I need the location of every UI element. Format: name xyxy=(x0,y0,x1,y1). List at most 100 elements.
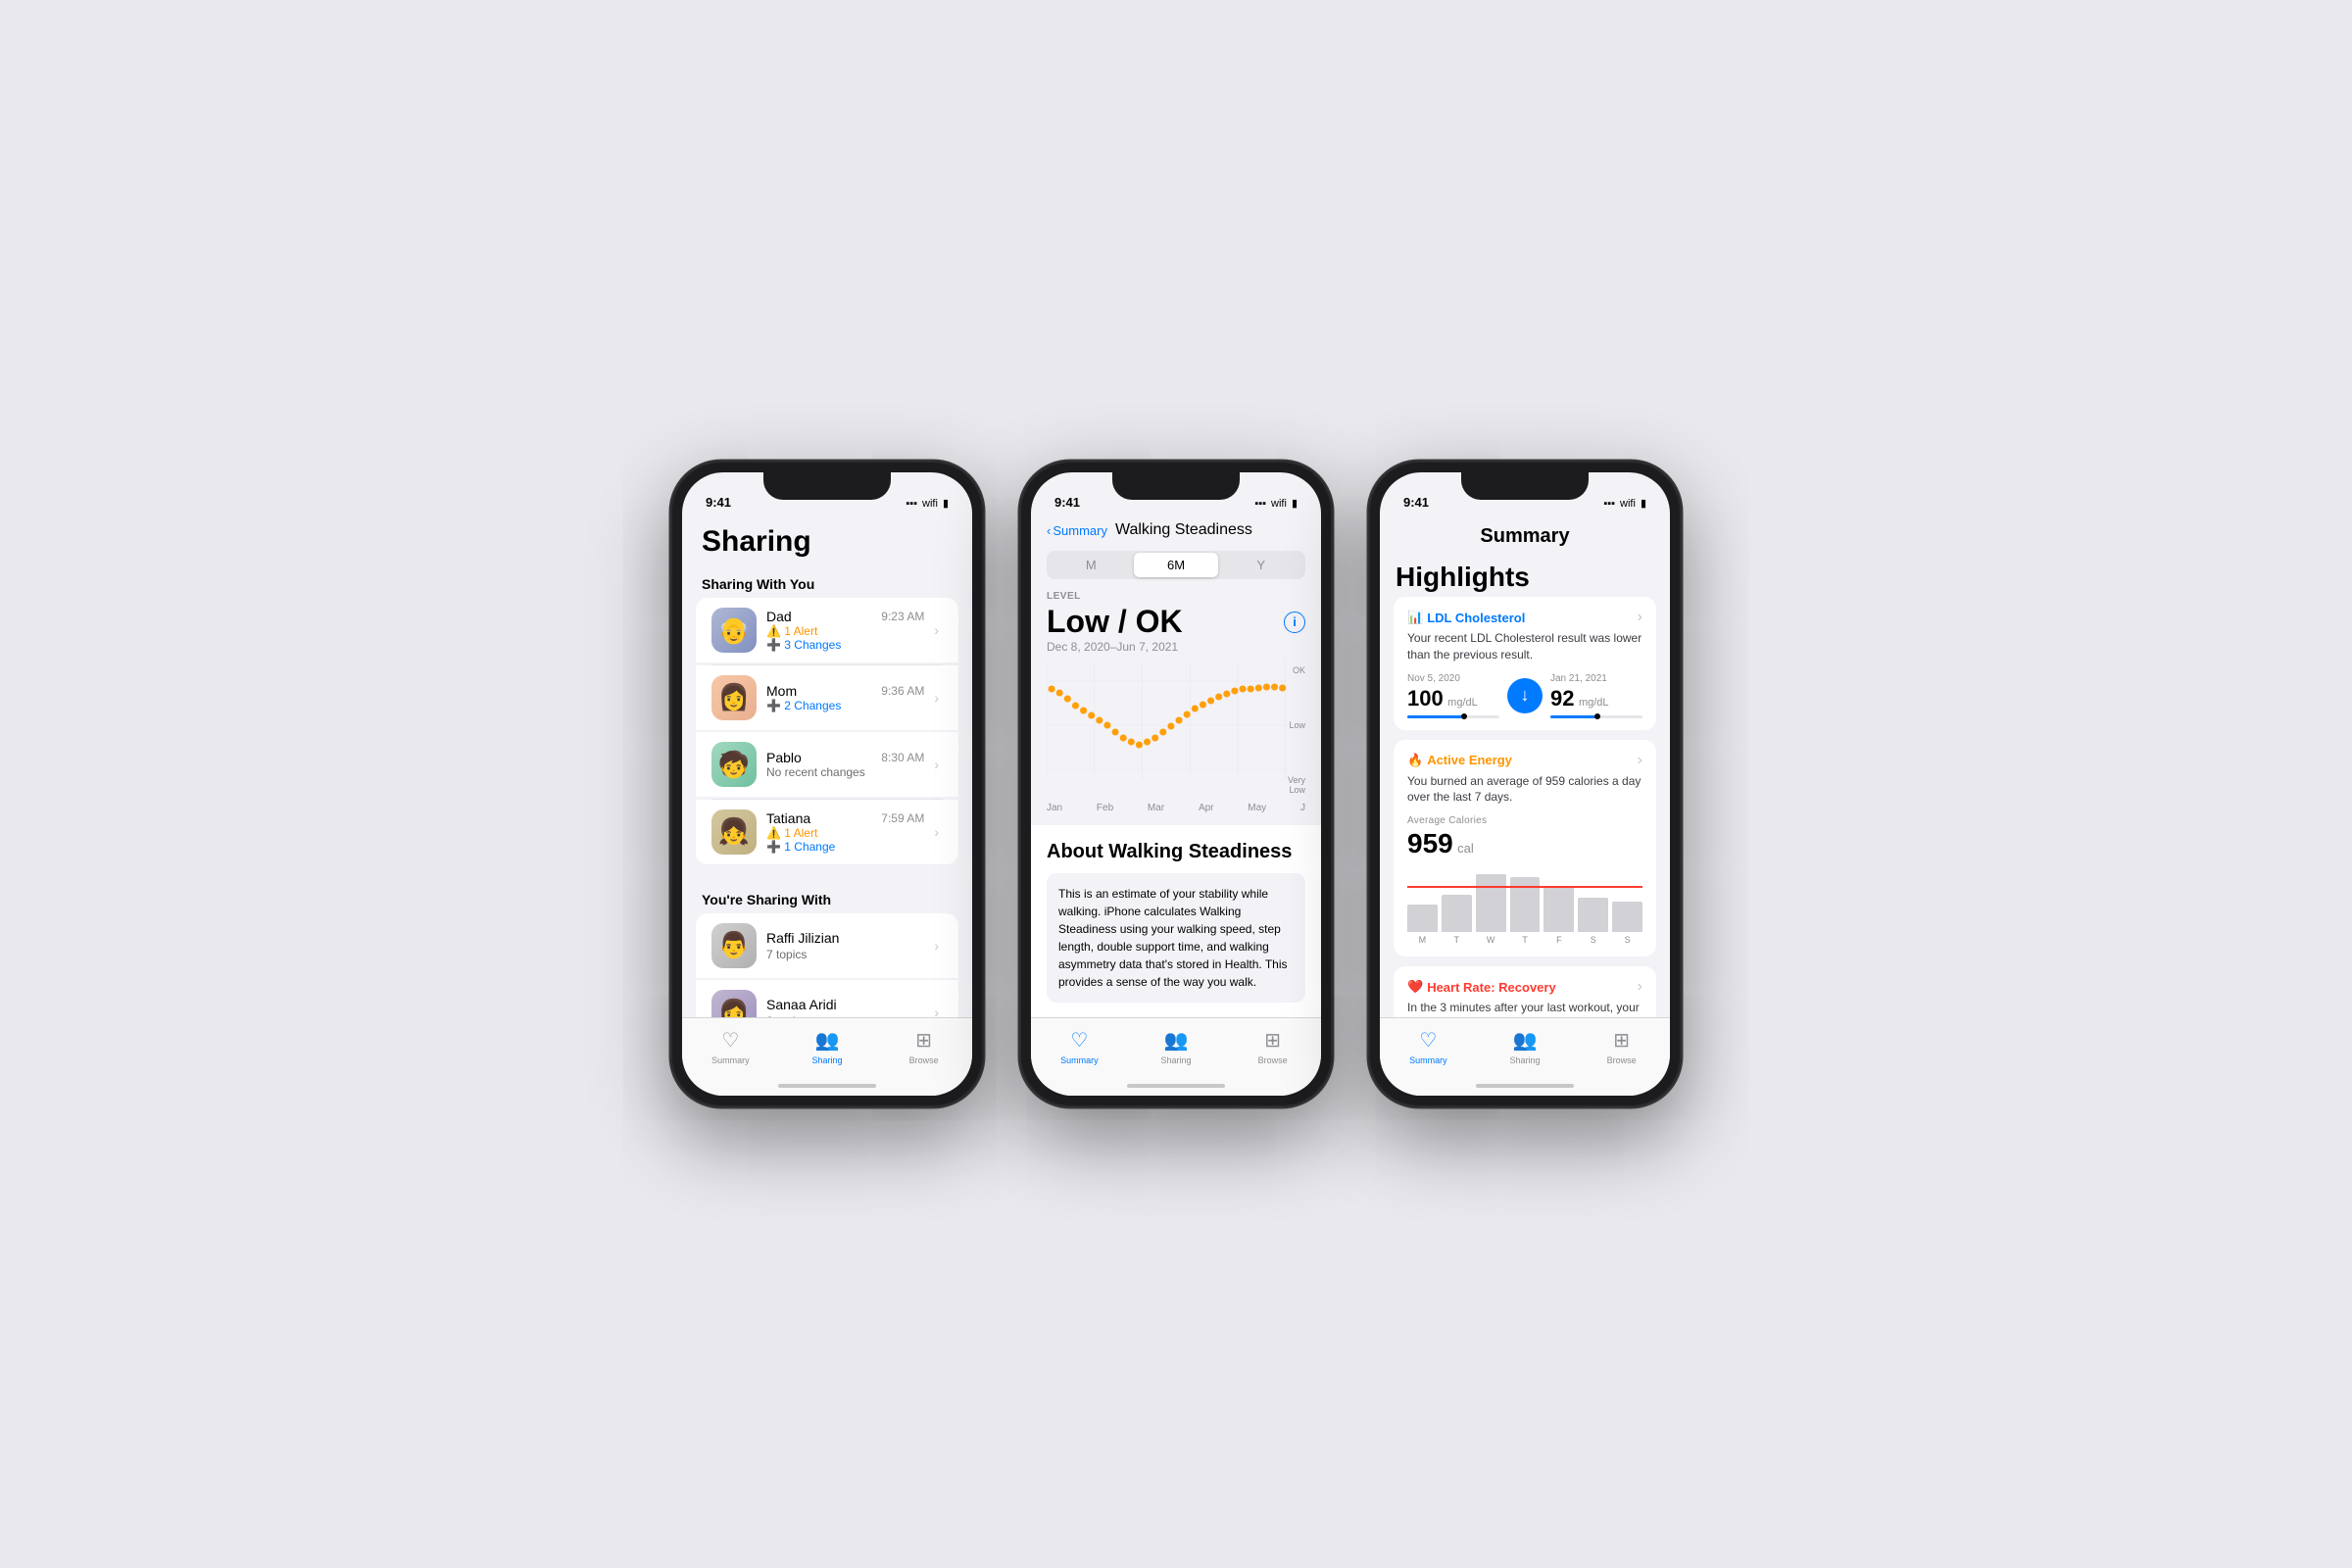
card-name-row-mom: Mom 9:36 AM xyxy=(766,683,924,699)
contact-mom[interactable]: 👩 Mom 9:36 AM ➕ 2 Changes › xyxy=(696,665,958,730)
x-day-s2: S xyxy=(1612,935,1642,945)
notch-1 xyxy=(763,472,891,500)
ldl-card[interactable]: 📊 LDL Cholesterol › Your recent LDL Chol… xyxy=(1394,597,1656,730)
tab-sharing-2[interactable]: 👥 Sharing xyxy=(1128,1028,1225,1065)
sharing-icon-3: 👥 xyxy=(1513,1028,1538,1053)
bar-t1 xyxy=(1442,895,1472,933)
avatar-dad: 👴 xyxy=(711,608,757,653)
tab-browse-3[interactable]: ⊞ Browse xyxy=(1573,1028,1670,1065)
ws-info-button[interactable]: i xyxy=(1284,612,1305,633)
ldl-bar-2 xyxy=(1550,715,1642,718)
phone-3-content[interactable]: Summary Highlights 📊 LDL Cholesterol › Y… xyxy=(1380,515,1670,1017)
card-chevron-mom: › xyxy=(934,690,939,706)
card-time-mom: 9:36 AM xyxy=(881,684,924,698)
card-no-changes-pablo: No recent changes xyxy=(766,765,924,779)
bar-chart-x: M T W T F S S xyxy=(1407,935,1642,945)
card-name-mom: Mom xyxy=(766,683,797,699)
card-topics-raffi: 7 topics xyxy=(766,948,924,961)
calories-value-row: 959 cal xyxy=(1407,828,1642,859)
x-day-t2: T xyxy=(1510,935,1541,945)
highlights-label: Highlights xyxy=(1380,554,1670,597)
segment-6m[interactable]: 6M xyxy=(1134,553,1219,577)
card-chevron-tatiana: › xyxy=(934,824,939,840)
card-name-dad: Dad xyxy=(766,609,792,624)
ws-level-value-text: Low / OK xyxy=(1047,604,1183,640)
ws-level-label: LEVEL xyxy=(1031,587,1321,602)
status-icons-3: ▪▪▪ wifi ▮ xyxy=(1603,497,1646,510)
phone-2-content[interactable]: ‹ Summary Walking Steadiness M 6M Y LEVE… xyxy=(1031,515,1321,1017)
phone-1-content[interactable]: Sharing Sharing With You 👴 Dad 9:23 AM xyxy=(682,515,972,1017)
signal-icon-2: ▪▪▪ xyxy=(1254,498,1266,510)
card-alert-dad: ⚠️ 1 Alert xyxy=(766,624,924,638)
ldl-unit-1: mg/dL xyxy=(1447,697,1478,709)
card-info-raffi: Raffi Jilizian 7 topics xyxy=(766,930,924,961)
card-changes-dad: ➕ 3 Changes xyxy=(766,638,924,652)
contact-pablo[interactable]: 🧒 Pablo 8:30 AM No recent changes › xyxy=(696,732,958,797)
card-time-dad: 9:23 AM xyxy=(881,610,924,623)
ws-back-label: Summary xyxy=(1053,523,1107,538)
tab-summary-1[interactable]: ♡ Summary xyxy=(682,1028,779,1065)
label-very-low: Very Low xyxy=(1270,775,1305,795)
card-name-pablo: Pablo xyxy=(766,750,802,765)
tab-summary-3[interactable]: ♡ Summary xyxy=(1380,1028,1477,1065)
section-1-header: Sharing With You xyxy=(682,564,972,598)
ldl-unit-2: mg/dL xyxy=(1579,697,1609,709)
ws-chart-labels: OK Low Very Low xyxy=(1270,662,1305,799)
tab-browse-1[interactable]: ⊞ Browse xyxy=(875,1028,972,1065)
bar-s1 xyxy=(1578,898,1608,932)
ldl-date-2: Jan 21, 2021 xyxy=(1550,673,1642,684)
segment-m[interactable]: M xyxy=(1049,553,1134,577)
energy-card-header: 🔥 Active Energy › xyxy=(1407,752,1642,769)
signal-icon-1: ▪▪▪ xyxy=(906,498,917,510)
ldl-num-2: 92 xyxy=(1550,686,1574,710)
tab-sharing-label-1: Sharing xyxy=(811,1055,842,1065)
avatar-pablo: 🧒 xyxy=(711,742,757,787)
tab-sharing-1[interactable]: 👥 Sharing xyxy=(779,1028,876,1065)
tab-browse-2[interactable]: ⊞ Browse xyxy=(1224,1028,1321,1065)
bar-m xyxy=(1407,905,1438,932)
section-2-header: You're Sharing With xyxy=(682,880,972,913)
contact-dad[interactable]: 👴 Dad 9:23 AM ⚠️ 1 Alert ➕ 3 Changes › xyxy=(696,598,958,662)
label-low: Low xyxy=(1270,720,1305,730)
card-name-row-dad: Dad 9:23 AM xyxy=(766,609,924,624)
tab-summary-2[interactable]: ♡ Summary xyxy=(1031,1028,1128,1065)
phone-1-screen: 9:41 ▪▪▪ wifi ▮ Sharing Sharing With You xyxy=(682,472,972,1096)
notch-2 xyxy=(1112,472,1240,500)
ldl-date-1: Nov 5, 2020 xyxy=(1407,673,1499,684)
ws-back-button[interactable]: ‹ Summary xyxy=(1047,523,1107,538)
avg-calories-label: Average Calories xyxy=(1407,815,1642,826)
x-day-s1: S xyxy=(1578,935,1608,945)
tab-sharing-3[interactable]: 👥 Sharing xyxy=(1477,1028,1574,1065)
card-changes-tatiana: ➕ 1 Change xyxy=(766,840,924,854)
avatar-mom: 👩 xyxy=(711,675,757,720)
card-time-pablo: 8:30 AM xyxy=(881,751,924,764)
x-label-j: J xyxy=(1300,803,1305,813)
heart-card[interactable]: ❤️ Heart Rate: Recovery › In the 3 minut… xyxy=(1394,966,1656,1017)
energy-card[interactable]: 🔥 Active Energy › You burned an average … xyxy=(1394,740,1656,957)
ldl-val-row-2: 92 mg/dL xyxy=(1550,686,1642,711)
contact-raffi[interactable]: 👨 Raffi Jilizian 7 topics › xyxy=(696,913,958,978)
phone-2: 9:41 ▪▪▪ wifi ▮ ‹ Summary Walking Steadi… xyxy=(1019,461,1333,1107)
card-info-tatiana: Tatiana 7:59 AM ⚠️ 1 Alert ➕ 1 Change xyxy=(766,810,924,854)
energy-chevron: › xyxy=(1638,752,1642,769)
ldl-title-text: LDL Cholesterol xyxy=(1427,611,1525,625)
summary-icon-3: ♡ xyxy=(1419,1028,1437,1053)
tab-sharing-label-2: Sharing xyxy=(1160,1055,1191,1065)
contact-sanaa[interactable]: 👩 Sanaa Aridi 2 topics › xyxy=(696,980,958,1017)
heart-card-header: ❤️ Heart Rate: Recovery › xyxy=(1407,978,1642,996)
ldl-col-2: Jan 21, 2021 92 mg/dL xyxy=(1550,673,1642,718)
x-label-apr: Apr xyxy=(1199,803,1214,813)
ldl-desc: Your recent LDL Cholesterol result was l… xyxy=(1407,630,1642,663)
ws-segment-control[interactable]: M 6M Y xyxy=(1047,551,1305,579)
signal-icon-3: ▪▪▪ xyxy=(1603,498,1615,510)
tab-summary-label-2: Summary xyxy=(1060,1055,1099,1065)
bar-f xyxy=(1544,886,1574,933)
wifi-icon-2: wifi xyxy=(1271,498,1287,510)
phone-1: 9:41 ▪▪▪ wifi ▮ Sharing Sharing With You xyxy=(670,461,984,1107)
ws-chart: OK Low Very Low xyxy=(1047,662,1305,799)
ldl-num-1: 100 xyxy=(1407,686,1444,710)
segment-y[interactable]: Y xyxy=(1218,553,1303,577)
contact-tatiana[interactable]: 👧 Tatiana 7:59 AM ⚠️ 1 Alert ➕ 1 Change … xyxy=(696,800,958,864)
home-indicator-2 xyxy=(1127,1084,1225,1088)
summary-page-title: Summary xyxy=(1380,515,1670,554)
